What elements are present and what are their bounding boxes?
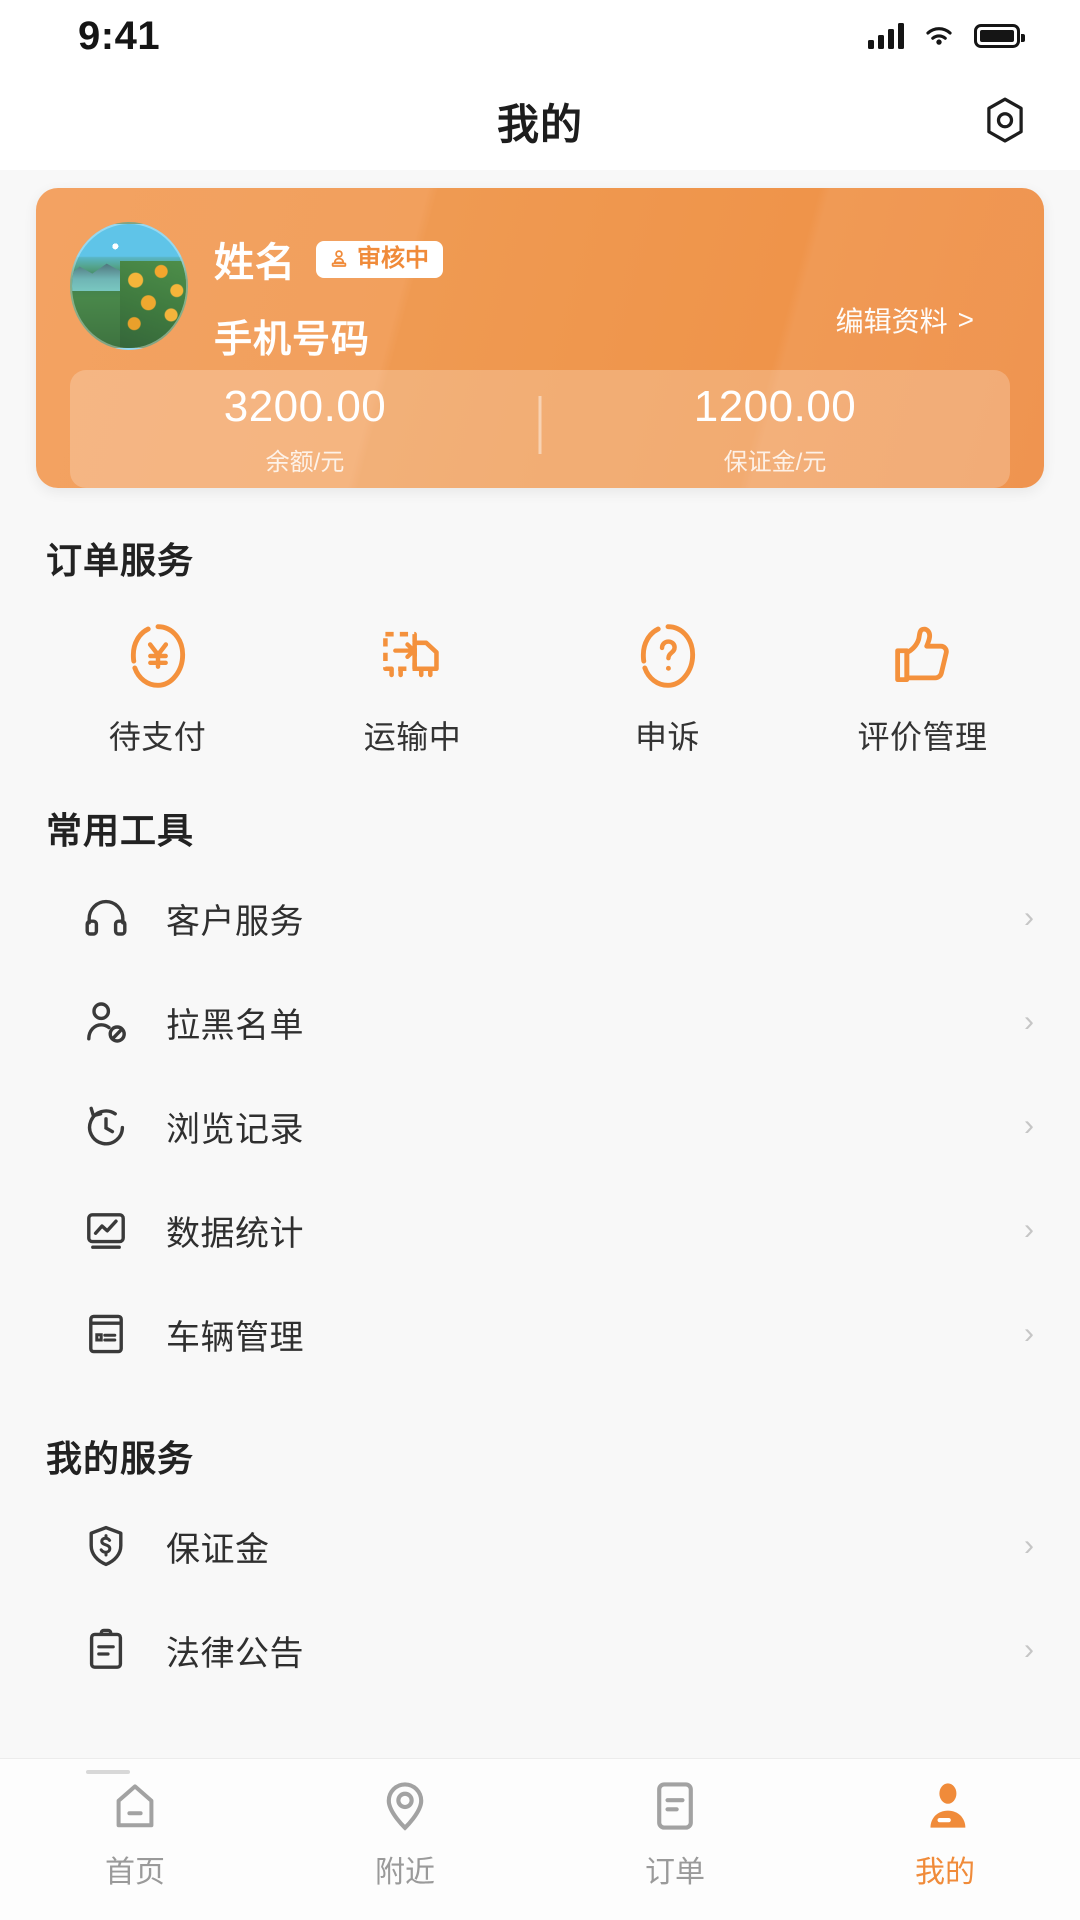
tab-mine[interactable]: 我的 [810, 1777, 1080, 1891]
balance-value: 1200.00 [693, 381, 857, 431]
avatar[interactable] [70, 222, 188, 350]
chevron-right-icon: › [1024, 1213, 1034, 1246]
status-time: 9:41 [78, 13, 161, 58]
section-title-my-services: 我的服务 [46, 1438, 195, 1479]
stamp-icon [331, 249, 347, 267]
common-tools-list: 客户服务 › 拉黑名单 › 浏览记录 › 数据统计 › 车辆管理 › [0, 854, 1080, 1386]
balance-label: 保证金/元 [723, 448, 827, 476]
headset-icon [80, 892, 132, 944]
chevron-right-icon: > [957, 304, 974, 335]
chevron-right-icon: › [1024, 1109, 1034, 1142]
list-item-blacklist[interactable]: 拉黑名单 › [0, 970, 1080, 1074]
list-item-browsing-history[interactable]: 浏览记录 › [0, 1074, 1080, 1178]
page-title: 我的 [496, 100, 583, 148]
list-item-legal-notice[interactable]: 法律公告 › [0, 1598, 1080, 1702]
status-icons [868, 23, 1025, 49]
profile-name: 姓名 [214, 241, 296, 285]
balance-divider [538, 396, 542, 454]
profile-card[interactable]: 姓名 审核中 手机号码 编辑资料 > 3200.00 余额/元 1200.00 … [36, 188, 1044, 488]
list-item-label: 浏览记录 [166, 1110, 304, 1149]
status-badge: 审核中 [316, 240, 443, 278]
edit-profile-button[interactable]: 编辑资料 > [836, 300, 974, 340]
clipboard-icon [80, 1624, 132, 1676]
history-clock-icon [80, 1100, 132, 1152]
order-services-grid: 待支付 运输中 申诉 评价管理 [0, 584, 1080, 758]
battery-icon [974, 24, 1025, 48]
tab-nearby[interactable]: 附近 [270, 1777, 540, 1891]
profile-header-row: 姓名 审核中 手机号码 编辑资料 > [70, 222, 1010, 361]
thumbs-up-icon [885, 618, 961, 694]
home-indicator [86, 1770, 130, 1774]
quick-item-review-management[interactable]: 评价管理 [795, 618, 1050, 758]
question-circle-icon [630, 618, 706, 694]
list-item-vehicle-management[interactable]: 车辆管理 › [0, 1282, 1080, 1386]
list-item-customer-service[interactable]: 客户服务 › [0, 866, 1080, 970]
shield-dollar-icon [80, 1520, 132, 1572]
my-services-list: 保证金 › 法律公告 › [0, 1482, 1080, 1702]
location-pin-icon [376, 1777, 434, 1835]
chevron-right-icon: › [1024, 901, 1034, 934]
yuan-circle-icon [120, 618, 196, 694]
cellular-signal-icon [868, 23, 904, 49]
user-profile-icon [916, 1777, 974, 1835]
tab-label: 我的 [915, 1856, 975, 1889]
balance-panel: 3200.00 余额/元 1200.00 保证金/元 [70, 370, 1010, 488]
status-badge-label: 审核中 [357, 244, 429, 272]
tab-label: 附近 [375, 1856, 435, 1889]
tab-label: 订单 [645, 1856, 705, 1889]
profile-phone: 手机号码 [214, 319, 371, 361]
list-item-data-statistics[interactable]: 数据统计 › [0, 1178, 1080, 1282]
home-icon [106, 1777, 164, 1835]
tab-label: 首页 [105, 1856, 165, 1889]
list-item-label: 拉黑名单 [166, 1006, 304, 1045]
chevron-right-icon: › [1024, 1529, 1034, 1562]
balance-value: 3200.00 [223, 381, 387, 431]
balance-label: 余额/元 [265, 448, 345, 476]
quick-item-label: 评价管理 [857, 719, 988, 755]
quick-item-label: 待支付 [108, 719, 207, 755]
app-screen: 9:41 我的 姓名 审核中 手机号码 编辑资料 > 3200.00 余额/元 … [0, 0, 1080, 1920]
chevron-right-icon: › [1024, 1317, 1034, 1350]
quick-item-pending-payment[interactable]: 待支付 [30, 618, 285, 758]
page-header: 我的 [0, 72, 1080, 170]
status-bar: 9:41 [0, 0, 1080, 72]
section-title-order-services: 订单服务 [46, 540, 195, 581]
balance-cell-available[interactable]: 3200.00 余额/元 [70, 382, 540, 477]
list-item-label: 车辆管理 [166, 1318, 304, 1357]
quick-item-appeal[interactable]: 申诉 [540, 618, 795, 758]
chevron-right-icon: › [1024, 1005, 1034, 1038]
quick-item-label: 申诉 [634, 719, 700, 755]
quick-item-label: 运输中 [363, 719, 462, 755]
profile-name-row: 姓名 审核中 [214, 230, 443, 288]
list-item-label: 数据统计 [166, 1214, 304, 1253]
quick-item-in-transit[interactable]: 运输中 [285, 618, 540, 758]
section-title-common-tools: 常用工具 [46, 810, 195, 851]
truck-icon [375, 618, 451, 694]
profile-identity: 姓名 审核中 手机号码 [214, 222, 443, 363]
settings-hexagon-icon[interactable] [978, 94, 1032, 148]
order-document-icon [646, 1777, 704, 1835]
chevron-right-icon: › [1024, 1633, 1034, 1666]
page-content: 姓名 审核中 手机号码 编辑资料 > 3200.00 余额/元 1200.00 … [0, 170, 1080, 1758]
bottom-tab-bar: 首页 附近 订单 我的 [0, 1758, 1080, 1920]
tab-orders[interactable]: 订单 [540, 1777, 810, 1891]
vehicle-card-icon [80, 1308, 132, 1360]
person-block-icon [80, 996, 132, 1048]
list-item-deposit[interactable]: 保证金 › [0, 1494, 1080, 1598]
chart-square-icon [80, 1204, 132, 1256]
edit-profile-label: 编辑资料 [835, 306, 948, 337]
wifi-icon [926, 27, 952, 45]
tab-home[interactable]: 首页 [0, 1777, 270, 1891]
balance-cell-deposit[interactable]: 1200.00 保证金/元 [540, 382, 1010, 477]
list-item-label: 客户服务 [166, 902, 304, 941]
list-item-label: 法律公告 [166, 1634, 304, 1673]
list-item-label: 保证金 [166, 1530, 270, 1569]
